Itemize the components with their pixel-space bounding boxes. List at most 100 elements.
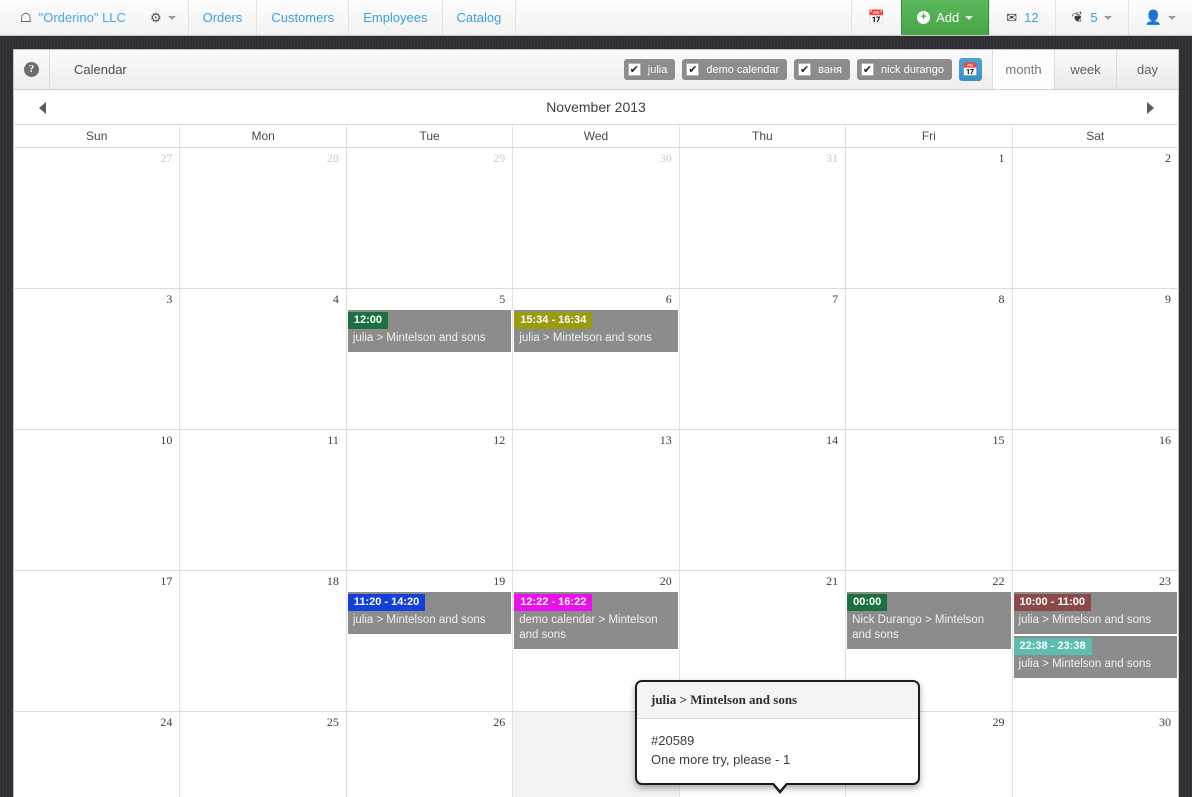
day-number: 21 (826, 574, 839, 588)
prev-month-button[interactable] (22, 90, 62, 125)
settings-menu-button[interactable]: ⚙ (138, 0, 189, 35)
day-number: 4 (332, 292, 339, 306)
day-cell[interactable]: 9 (1012, 289, 1178, 429)
weekday-header-sat: Sat (1086, 129, 1105, 143)
calendar-grid-icon: 📅 (962, 61, 979, 77)
day-cell[interactable]: 18 (180, 571, 347, 711)
day-cell[interactable]: 2 (1012, 148, 1178, 288)
user-menu-button[interactable]: 👤 (1127, 0, 1192, 35)
gear-icon: ⚙ (149, 9, 162, 25)
week-row: 242526272810:49 - 12:49julia > Mintelson… (14, 712, 1178, 797)
calendar-filter-julia[interactable]: ✔ julia (623, 59, 676, 80)
checkbox-icon[interactable]: ✔ (686, 63, 700, 76)
brand-home-link[interactable]: ☖ "Orderino" LLC (0, 0, 138, 35)
week-row: 10 11 12 13 14 15 16 (14, 430, 1178, 571)
day-cell[interactable]: 28 (180, 148, 347, 288)
nav-item-customers[interactable]: Customers (257, 0, 350, 35)
nav-item-orders[interactable]: Orders (189, 0, 258, 35)
day-cell[interactable]: 30 (513, 148, 680, 288)
day-number: 12 (493, 433, 506, 447)
day-cell[interactable]: 25 (180, 712, 347, 797)
chevron-down-icon (1103, 15, 1112, 20)
week-row: 27 28 29 30 31 1 2 (14, 148, 1178, 289)
day-cell[interactable]: 17 (14, 571, 181, 711)
day-cell[interactable]: 10 (14, 430, 181, 570)
calendar-event[interactable]: 12:00 julia > Mintelson and sons (347, 310, 512, 352)
weekday-header-mon: Mon (180, 125, 347, 147)
chevron-down-icon (965, 15, 974, 20)
messages-count: 12 (1024, 10, 1039, 25)
day-cell[interactable]: 30 (1012, 712, 1178, 797)
messages-button[interactable]: ✉ 12 (989, 0, 1054, 35)
calendar-filter-vanya[interactable]: ✔ ваня (794, 59, 850, 80)
event-time: 22:38 - 23:38 (1013, 638, 1092, 655)
add-button-label: Add (936, 10, 960, 25)
add-button[interactable]: + Add (901, 0, 990, 35)
day-number: 29 (493, 151, 506, 165)
day-cell[interactable]: 1 (846, 148, 1013, 288)
day-number: 2 (1164, 151, 1171, 165)
weekday-header-tue: Tue (347, 125, 514, 147)
add-calendar-button[interactable]: 📅 (959, 58, 982, 81)
checkbox-icon[interactable]: ✔ (798, 63, 812, 76)
nav-item-employees[interactable]: Employees (349, 0, 443, 35)
question-mark-icon: ? (24, 62, 39, 77)
day-cell[interactable]: 31 (679, 148, 847, 288)
calendar-event[interactable]: 12:22 - 16:22 demo calendar > Mintelson a… (514, 592, 678, 649)
event-time: 10:00 - 11:00 (1013, 594, 1091, 611)
day-cell[interactable]: 8 (846, 289, 1013, 429)
home-icon: ☖ (20, 10, 32, 25)
calendar-event[interactable]: 22:38 - 23:38 julia > Mintelson and sons (1013, 636, 1177, 678)
day-cell[interactable]: 16 (1012, 430, 1178, 570)
day-cell[interactable]: 3 (14, 289, 181, 429)
day-number: 6 (665, 292, 672, 306)
calendar-filter-label: nick durango (881, 63, 944, 76)
next-month-button[interactable] (1130, 90, 1170, 125)
day-cell[interactable]: 7 (679, 289, 847, 429)
day-number: 30 (659, 151, 672, 165)
day-cell[interactable]: 29 (346, 148, 514, 288)
day-cell[interactable]: 11 (180, 430, 347, 570)
calendar-event[interactable]: 10:00 - 11:00 julia > Mintelson and sons (1013, 592, 1177, 634)
checkbox-icon[interactable]: ✔ (861, 63, 874, 76)
tooltip-note: One more try, please - 1 (651, 752, 791, 767)
day-cell[interactable]: 14 (679, 430, 847, 570)
day-cell[interactable]: 24 (14, 712, 181, 797)
calendar-event[interactable]: 11:20 - 14:20 julia > Mintelson and sons (347, 592, 512, 634)
calendar-filter-nick-durango[interactable]: ✔ nick durango (857, 59, 952, 80)
calendar-filter-label: demo calendar (706, 63, 780, 76)
day-cell[interactable]: 27 (14, 148, 181, 288)
calendar-event[interactable]: 00:00 Nick Durango > Mintelson and sons (847, 592, 1011, 649)
calendar-filters: ✔ julia ✔ demo calendar ✔ ваня ✔ nick du… (623, 50, 992, 89)
app-root: ☖ "Orderino" LLC ⚙ Orders Customers Empl… (0, 0, 1192, 797)
day-cell[interactable]: 13 (513, 430, 680, 570)
nav-item-catalog[interactable]: Catalog (443, 0, 517, 35)
tab-day[interactable]: day (1116, 50, 1178, 89)
day-cell[interactable]: 12 (346, 430, 514, 570)
day-number: 25 (326, 715, 339, 729)
day-cell[interactable]: 6 15:34 - 16:34 julia > Mintelson and sons (513, 289, 680, 429)
day-cell[interactable]: 5 12:00 julia > Mintelson and sons (346, 289, 514, 429)
month-navigation: November 2013 (14, 90, 1178, 125)
calendar-panel: ? Calendar ✔ julia ✔ demo calendar ✔ ван… (13, 49, 1179, 797)
tab-month[interactable]: month (992, 50, 1054, 89)
checkbox-icon[interactable]: ✔ (627, 63, 641, 76)
day-cell[interactable]: 4 (180, 289, 347, 429)
day-cell[interactable]: 23 10:00 - 11:00 julia > Mintelson and son… (1012, 571, 1178, 711)
notifications-button[interactable]: ❦ 5 (1054, 0, 1128, 35)
calendar-nav-button[interactable]: 📅 (850, 0, 901, 35)
weekday-header: Sun Mon Tue Wed Thu Fri Sat (14, 125, 1178, 148)
day-cell[interactable]: 19 11:20 - 14:20 julia > Mintelson and son… (346, 571, 514, 711)
day-number: 23 (1158, 574, 1171, 588)
calendar-event[interactable]: 15:34 - 16:34 julia > Mintelson and sons (514, 310, 678, 352)
day-cell[interactable]: 26 (346, 712, 514, 797)
day-number: 17 (160, 574, 173, 588)
notifications-count: 5 (1090, 10, 1098, 25)
tooltip-header: julia > Mintelson and sons (637, 682, 918, 719)
calendar-filter-demo-calendar[interactable]: ✔ demo calendar (682, 59, 788, 80)
tab-week[interactable]: week (1054, 50, 1116, 89)
week-row: 3 4 5 12:00 julia > Mintelson and sons 6 15:34… (14, 289, 1178, 430)
help-button[interactable]: ? (14, 50, 50, 89)
day-cell[interactable]: 15 (846, 430, 1013, 570)
